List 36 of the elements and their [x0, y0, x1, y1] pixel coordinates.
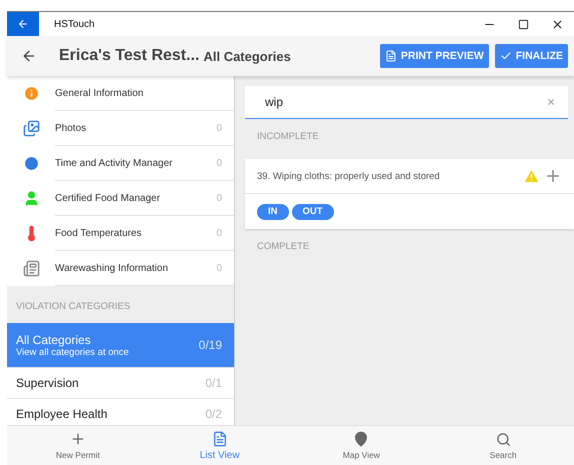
- print-preview-button[interactable]: PRINT PREVIEW: [380, 44, 489, 68]
- maximize-icon[interactable]: [518, 18, 528, 30]
- status-button[interactable]: IN: [257, 204, 288, 220]
- sidebar-item[interactable]: Certified Food Manager 0: [55, 181, 234, 216]
- finalize-button[interactable]: FINALIZE: [494, 44, 568, 68]
- page-subtitle: All Categories: [203, 48, 292, 64]
- document-icon: [384, 50, 397, 62]
- back-arrow-icon: [17, 18, 29, 30]
- info-icon: [22, 85, 40, 102]
- incomplete-heading: INCOMPLETE: [257, 131, 320, 142]
- check-icon: [500, 50, 512, 62]
- category-item[interactable]: All Categories View all categories at once 0/19: [7, 323, 234, 368]
- search-icon: [496, 432, 511, 446]
- list-icon: [212, 430, 228, 446]
- newspaper-icon: [22, 260, 40, 277]
- sidebar-item[interactable]: Food Temperatures 0: [55, 216, 234, 251]
- add-icon[interactable]: [544, 167, 562, 185]
- search-field[interactable]: wip: [245, 86, 568, 119]
- map-pin-icon: [353, 431, 370, 447]
- status-button[interactable]: OUT: [292, 204, 334, 220]
- violation-text: 39. Wiping cloths: properly used and stored: [257, 170, 441, 182]
- nav-tab[interactable]: New Permit: [7, 426, 149, 465]
- section-title: VIOLATION CATEGORIES: [16, 301, 130, 312]
- page-title: Erica's Test Rest...: [59, 47, 200, 65]
- sidebar-item[interactable]: General Information: [55, 76, 234, 111]
- nav-tab[interactable]: Map View: [290, 426, 432, 465]
- complete-heading: COMPLETE: [257, 241, 310, 252]
- sidebar-item[interactable]: Photos 0: [55, 111, 234, 146]
- photos-icon: [22, 120, 40, 137]
- close-icon[interactable]: [550, 18, 564, 30]
- back-button[interactable]: [7, 12, 39, 36]
- plus-icon: [70, 431, 86, 447]
- nav-tab[interactable]: Search: [432, 426, 574, 465]
- sidebar-item[interactable]: Time and Activity Manager 0: [55, 146, 234, 181]
- window-title: HSTouch: [54, 18, 96, 30]
- clear-icon[interactable]: [546, 97, 556, 107]
